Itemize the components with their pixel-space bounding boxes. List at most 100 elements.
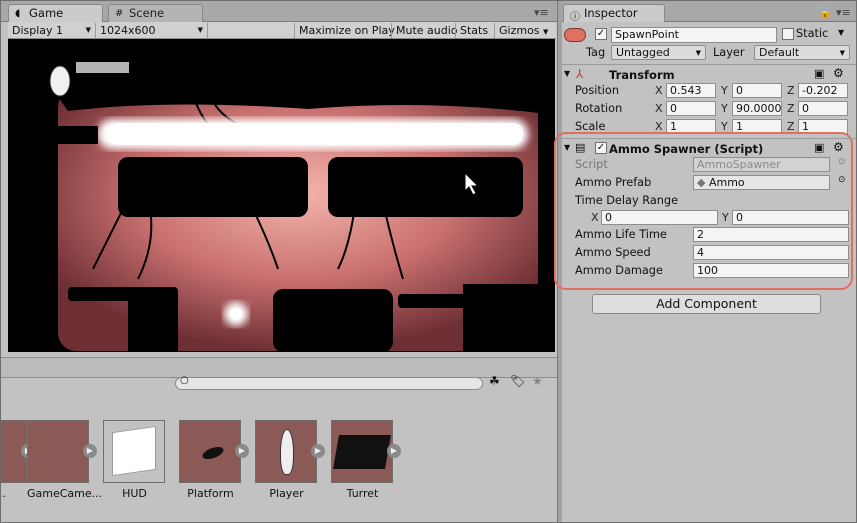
tab-scene[interactable]: # Scene [108, 4, 203, 22]
asset-name: GameCame... [27, 487, 103, 500]
ammo-speed-field[interactable]: 4 [693, 245, 849, 260]
grid-icon: # [115, 8, 124, 19]
add-component-button[interactable]: Add Component [592, 294, 821, 314]
rotation-label: Rotation [575, 102, 623, 115]
ammo-damage-label: Ammo Damage [575, 264, 663, 277]
chevron-down-icon[interactable]: ▼ [838, 28, 844, 37]
tab-game-label: Game [29, 6, 64, 20]
filter-by-label-icon[interactable]: 🏷 [510, 374, 525, 388]
ammo-prefab-label: Ammo Prefab [575, 176, 652, 189]
platform-icon [200, 444, 226, 462]
gear-icon[interactable]: ⚙ [833, 140, 844, 154]
gizmos-dropdown[interactable]: Gizmos ▼ [494, 23, 552, 38]
foldout-arrow-icon[interactable]: ▼ [564, 69, 570, 78]
transform-header[interactable]: ▼ ⅄ Transform ▣ ⚙ [562, 64, 857, 84]
asset-item[interactable]: GameCame... [27, 420, 103, 500]
tag-label: Tag [586, 46, 606, 59]
time-delay-y-field[interactable]: 0 [732, 210, 849, 225]
object-picker-icon: ⊙ [838, 157, 846, 167]
script-icon: ▤ [575, 141, 586, 154]
mute-audio-button[interactable]: Mute audio [391, 23, 462, 38]
tag-value: Untagged [616, 46, 670, 59]
foldout-arrow-icon[interactable]: ▼ [564, 143, 570, 152]
axis-z: Z [787, 102, 795, 115]
static-label: Static [796, 27, 829, 40]
display-value: Display 1 [12, 24, 64, 37]
cube-icon [112, 425, 156, 477]
script-value: AmmoSpawner [697, 158, 781, 171]
inspector-panel: ✓ SpawnPoint Static ▼ Tag Untagged ▼ Laye… [554, 22, 857, 523]
tab-inspector-label: Inspector [584, 6, 638, 20]
rotation-z-field[interactable]: 0 [798, 101, 848, 116]
resolution-dropdown[interactable]: 1024x600 ▼ [96, 23, 208, 38]
rotation-y-field[interactable]: 90.0000 [732, 101, 782, 116]
layer-dropdown[interactable]: Default ▼ [754, 45, 850, 60]
ammo-spawner-header[interactable]: ▼ ▤ ✓ Ammo Spawner (Script) ▣ ⚙ [562, 138, 857, 158]
time-delay-x-field[interactable]: 0 [601, 210, 718, 225]
player-icon [280, 429, 294, 475]
filter-by-type-icon[interactable]: ☘ [489, 374, 500, 388]
gameobject-icon[interactable] [564, 28, 586, 42]
asset-item[interactable]: Turret [331, 420, 394, 500]
expand-prefab-arrow-icon[interactable]: ▶ [83, 444, 97, 458]
object-name-field[interactable]: SpawnPoint [611, 27, 777, 43]
asset-thumbnail [179, 420, 241, 483]
lock-icon[interactable]: 🔒 [818, 6, 832, 19]
project-toolbar [0, 358, 557, 378]
help-book-icon[interactable]: ▣ [814, 67, 824, 80]
axis-z: Z [787, 84, 795, 97]
favorite-star-icon[interactable]: ★ [532, 374, 543, 388]
asset-item[interactable]: D... [0, 420, 28, 500]
maximize-on-play-button[interactable]: Maximize on Play [294, 23, 399, 38]
asset-name: D... [0, 487, 6, 500]
static-checkbox[interactable] [782, 28, 794, 40]
stats-button[interactable]: Stats [455, 23, 492, 38]
transform-icon: ⅄ [576, 67, 584, 81]
axis-y: Y [721, 102, 728, 115]
stats-label: Stats [460, 24, 489, 37]
position-x-field[interactable]: 0.543 [666, 83, 716, 98]
ammo-life-time-field[interactable]: 2 [693, 227, 849, 242]
chevron-down-icon: ▼ [543, 28, 549, 36]
ammo-damage-field[interactable]: 100 [693, 263, 849, 278]
rotation-x-field[interactable]: 0 [666, 101, 716, 116]
asset-name: Player [269, 487, 304, 500]
position-y-field[interactable]: 0 [732, 83, 782, 98]
game-view[interactable] [8, 39, 555, 352]
active-checkbox[interactable]: ✓ [595, 28, 607, 40]
asset-thumbnail [255, 420, 317, 483]
chevron-down-icon: ▼ [695, 49, 701, 57]
tab-inspector[interactable]: ⓘ Inspector [563, 4, 665, 23]
transform-title: Transform [609, 68, 675, 82]
axis-y: Y [721, 84, 728, 97]
asset-item[interactable]: Player [255, 420, 318, 500]
search-input[interactable]: ○ [175, 375, 483, 390]
tab-menu-icon[interactable]: ▾≡ [836, 6, 851, 19]
expand-prefab-arrow-icon[interactable]: ▶ [235, 444, 249, 458]
help-book-icon[interactable]: ▣ [814, 141, 824, 154]
tab-game[interactable]: ◖ Game [8, 4, 103, 22]
expand-prefab-arrow-icon[interactable]: ▶ [387, 444, 401, 458]
script-field: AmmoSpawner [693, 157, 830, 172]
asset-item[interactable]: HUD [103, 420, 166, 500]
gear-icon[interactable]: ⚙ [833, 66, 844, 80]
expand-prefab-arrow-icon[interactable]: ▶ [311, 444, 325, 458]
maximize-label: Maximize on Play [299, 24, 395, 37]
layer-label: Layer [713, 46, 745, 59]
tab-menu-icon[interactable]: ▾≡ [534, 6, 549, 19]
component-enabled-checkbox[interactable]: ✓ [595, 142, 607, 154]
info-icon: ⓘ [570, 12, 580, 23]
object-picker-icon[interactable]: ⊙ [838, 175, 846, 185]
chevron-down-icon: ▼ [197, 26, 203, 34]
position-z-field[interactable]: -0.202 [798, 83, 848, 98]
gizmos-label: Gizmos [499, 24, 540, 37]
pacman-icon: ◖ [15, 8, 21, 19]
asset-name: Turret [346, 487, 379, 500]
display-dropdown[interactable]: Display 1 ▼ [8, 23, 96, 38]
tag-dropdown[interactable]: Untagged ▼ [611, 45, 706, 60]
ammo-prefab-field[interactable]: ◆ Ammo [693, 175, 830, 190]
asset-item[interactable]: Platform [179, 420, 242, 500]
asset-name: HUD [122, 487, 147, 500]
asset-thumbnail [331, 420, 393, 483]
layer-value: Default [759, 46, 800, 59]
